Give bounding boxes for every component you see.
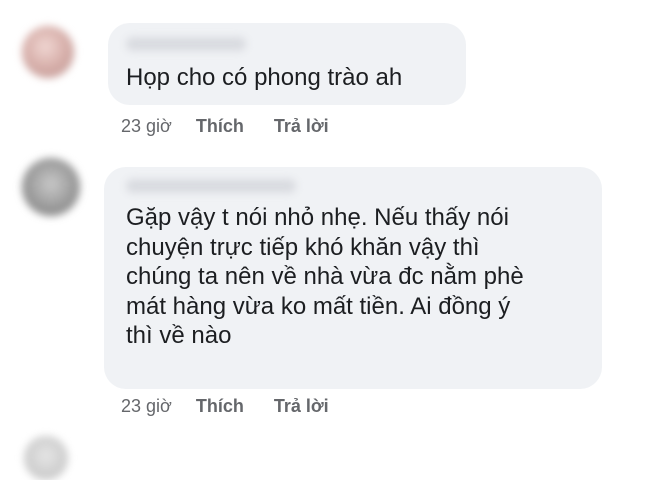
- comment-timestamp[interactable]: 23 giờ: [121, 116, 172, 137]
- comment-text: Họp cho có phong trào ah: [126, 64, 403, 91]
- commenter-avatar[interactable]: [22, 158, 80, 216]
- comment-actions: 23 giờ Thích Trả lời: [121, 116, 329, 137]
- commenter-avatar[interactable]: [22, 26, 74, 78]
- comment-bubble: Họp cho có phong trào ah: [108, 23, 466, 105]
- commenter-name-redacted[interactable]: [126, 179, 296, 193]
- like-button[interactable]: Thích: [196, 396, 244, 417]
- reply-button[interactable]: Trả lời: [274, 116, 329, 137]
- commenter-name-redacted[interactable]: [126, 37, 246, 51]
- comment-actions: 23 giờ Thích Trả lời: [121, 396, 329, 417]
- comment-text: Gặp vậy t nói nhỏ nhẹ. Nếu thấy nói chuy…: [126, 204, 524, 349]
- comment-timestamp[interactable]: 23 giờ: [121, 396, 172, 417]
- comment-bubble: Gặp vậy t nói nhỏ nhẹ. Nếu thấy nói chuy…: [104, 167, 602, 389]
- commenter-avatar[interactable]: [24, 436, 68, 480]
- reply-button[interactable]: Trả lời: [274, 396, 329, 417]
- like-button[interactable]: Thích: [196, 116, 244, 137]
